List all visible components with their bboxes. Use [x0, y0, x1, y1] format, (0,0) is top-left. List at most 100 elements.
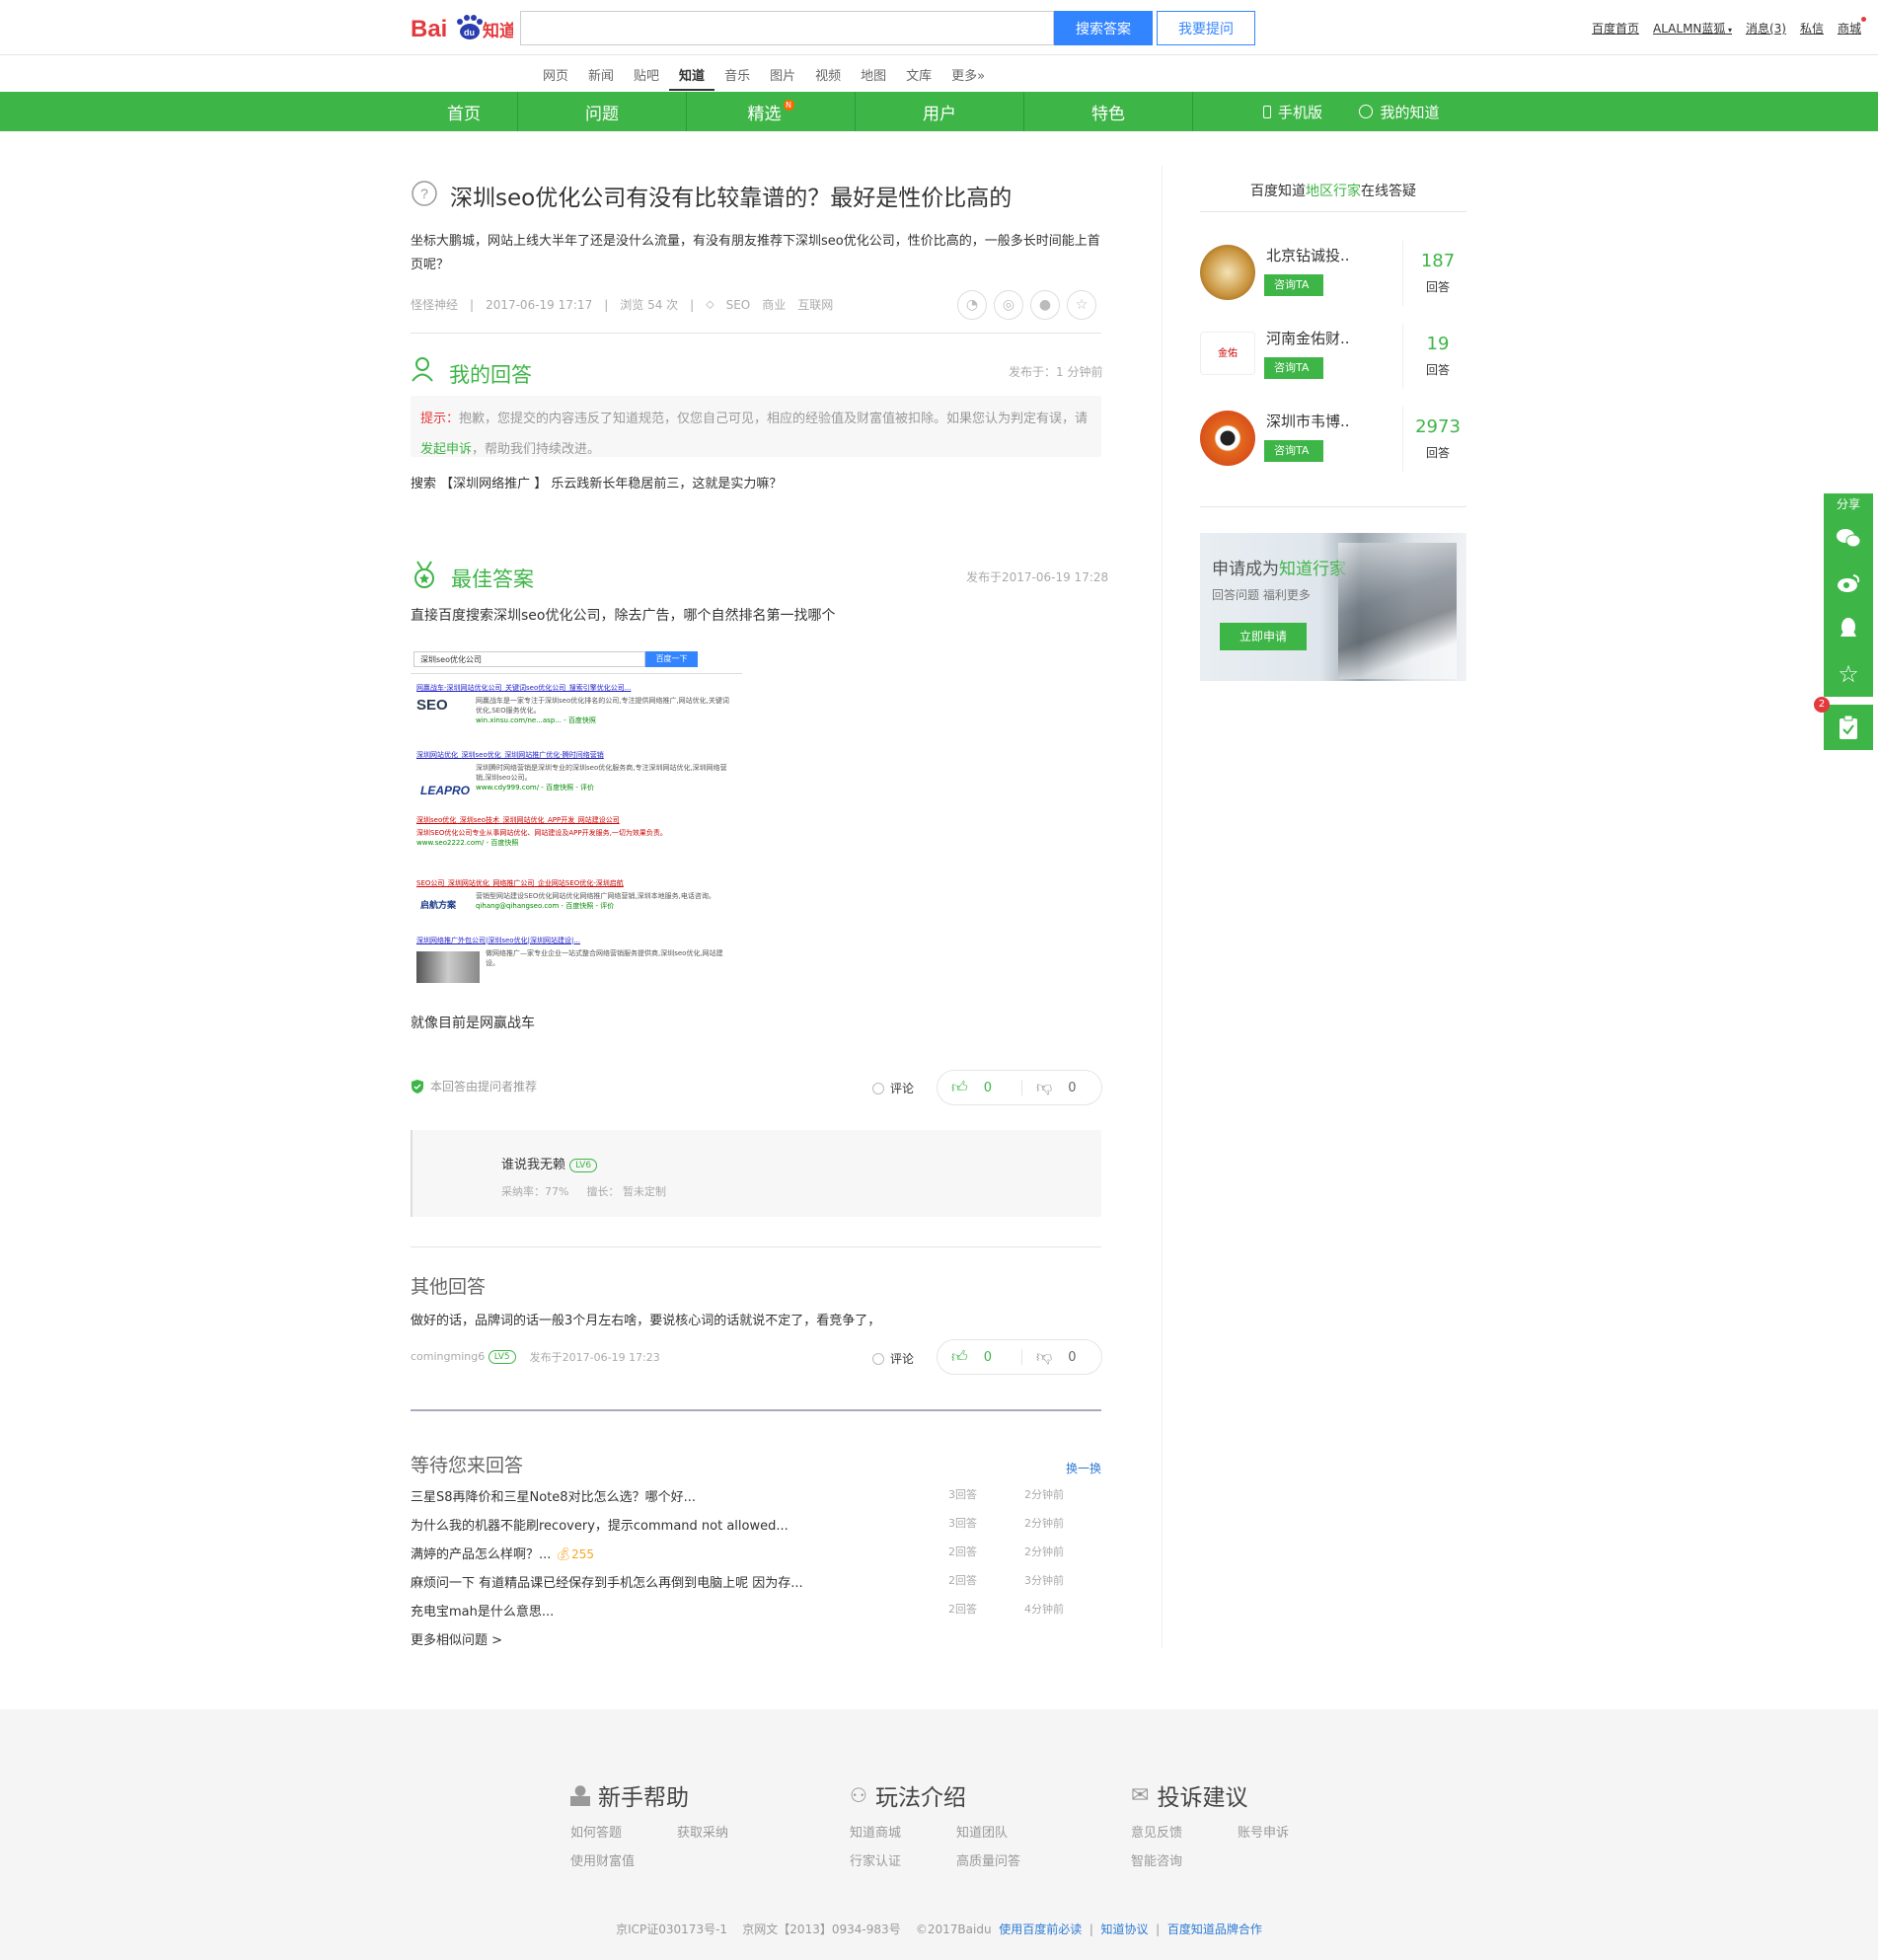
- question-title: 深圳seo优化公司有没有比较靠谱的？最好是性价比高的: [450, 186, 1013, 211]
- question-tag[interactable]: SEO: [726, 298, 751, 312]
- my-answer-content: 搜索 【深圳网络推广 】 乐云践新长年稳居前三，这就是实力嘛？: [411, 477, 783, 491]
- nav-questions[interactable]: 问题: [518, 92, 686, 131]
- meta-divider: |: [604, 297, 609, 312]
- top-bar: Bai du 知道 搜索答案 我要提问 百度首页 ALALMN蓝狐 ▾ 消息(3…: [0, 0, 1878, 55]
- username-menu[interactable]: ALALMN蓝狐 ▾: [1653, 20, 1732, 37]
- waiting-item[interactable]: 为什么我的机器不能刷recovery，提示command not allowed…: [411, 1515, 1101, 1544]
- messages-link[interactable]: 消息(3): [1746, 20, 1786, 37]
- footer-link[interactable]: 高质量问答: [956, 1850, 1063, 1869]
- share-wechat-icon[interactable]: [1824, 515, 1873, 561]
- tip-tail: ，帮助我们持续改进。: [472, 442, 601, 457]
- footer-link[interactable]: 知道团队: [956, 1822, 1063, 1841]
- footer-link[interactable]: 百度知道品牌合作: [1167, 1922, 1262, 1936]
- footer-link[interactable]: 使用百度前必读: [999, 1922, 1082, 1936]
- channel-map[interactable]: 地图: [851, 57, 896, 91]
- other-answer-user[interactable]: comingming6 LV5: [411, 1350, 516, 1364]
- thumbs-down-icon[interactable]: 👎︎: [1036, 1347, 1052, 1367]
- appeal-link[interactable]: 发起申诉: [420, 442, 472, 457]
- favorite-star-icon[interactable]: ☆: [1067, 290, 1096, 320]
- shot-search-box: 深圳seo优化公司: [413, 651, 645, 667]
- channel-web[interactable]: 网页: [533, 57, 578, 91]
- share-qq-icon[interactable]: [1824, 606, 1873, 651]
- best-answer-extra: 就像目前是网赢战车: [411, 1016, 535, 1031]
- footer-link[interactable]: 账号申诉: [1238, 1822, 1344, 1841]
- meta-divider: |: [470, 297, 475, 312]
- channel-music[interactable]: 音乐: [714, 57, 760, 91]
- share-weibo-icon[interactable]: [1824, 561, 1873, 606]
- question-body: 坐标大鹏城，网站上线大半年了还是没什么流量，有没有朋友推荐下深圳seo优化公司，…: [411, 234, 1100, 272]
- shot-result: 深圳网站优化_深圳seo优化_深圳网站推广优化-腾时间络营销 LEAPRO 深圳…: [416, 751, 727, 797]
- footer-link[interactable]: 知道协议: [1101, 1922, 1149, 1936]
- channel-zhidao[interactable]: 知道: [669, 57, 715, 91]
- channel-tieba[interactable]: 贴吧: [624, 57, 669, 91]
- channel-news[interactable]: 新闻: [578, 57, 624, 91]
- expert-avatar: 金佑: [1200, 332, 1255, 375]
- nav-featured[interactable]: 精选 N: [687, 92, 855, 131]
- baidu-home-link[interactable]: 百度首页: [1592, 20, 1639, 37]
- qq-icon[interactable]: ●: [1030, 290, 1060, 320]
- expert-card[interactable]: 北京钻诚投.. 咨询TA 187 回答: [1200, 241, 1466, 314]
- footer-link[interactable]: 行家认证: [850, 1850, 956, 1869]
- wechat-icon[interactable]: ◔: [957, 290, 987, 320]
- waiting-item[interactable]: 满婷的产品怎么样啊？... 💰︎255 2回答 2分钟前: [411, 1544, 1101, 1572]
- expert-banner[interactable]: 申请成为知道行家 回答问题 福利更多 立即申请: [1200, 533, 1466, 681]
- clipboard-task-icon[interactable]: [1824, 705, 1873, 750]
- question-tag[interactable]: 互联网: [797, 296, 833, 313]
- waiting-item[interactable]: 三星S8再降价和三星Note8对比怎么选？哪个好... 3回答 2分钟前: [411, 1486, 1101, 1515]
- answer-image[interactable]: 深圳seo优化公司 百度一下 网赢战车-深圳网站优化公司_关键词seo优化公司_…: [411, 649, 742, 989]
- ask-question-button[interactable]: 我要提问: [1157, 11, 1255, 45]
- footer-link[interactable]: 如何答题: [570, 1822, 677, 1841]
- consult-button[interactable]: 咨询TA: [1264, 440, 1323, 462]
- footer-link[interactable]: 意见反馈: [1131, 1822, 1238, 1841]
- waiting-item[interactable]: 充电宝mah是什么意思... 2回答 4分钟前: [411, 1601, 1101, 1629]
- question-author[interactable]: 怪怪神经: [411, 296, 458, 313]
- footer-link[interactable]: 智能咨询: [1131, 1850, 1238, 1869]
- best-answer-text: 直接百度搜索深圳seo优化公司，除去广告，哪个自然排名第一找哪个: [411, 608, 836, 624]
- apply-now-button[interactable]: 立即申请: [1220, 623, 1307, 650]
- question-tag[interactable]: 商业: [762, 296, 786, 313]
- user-icon: [570, 1784, 590, 1806]
- nav-mobile[interactable]: 手机版: [1253, 92, 1332, 131]
- tag-icon: ⬦: [706, 297, 714, 311]
- violation-tip: 提示：抱歉，您提交的内容违反了知道规范，仅您自己可见，相应的经验值及财富值被扣除…: [411, 396, 1101, 457]
- weibo-icon[interactable]: ◎: [994, 290, 1023, 320]
- nav-home[interactable]: 首页: [411, 92, 517, 131]
- expert-card[interactable]: 金佑 河南金佑财.. 咨询TA 19 回答: [1200, 324, 1466, 397]
- channel-wenku[interactable]: 文库: [896, 57, 941, 91]
- thumbs-up-icon[interactable]: 👍︎: [951, 1078, 968, 1097]
- answerer-name[interactable]: 谁说我无赖 LV6: [501, 1154, 598, 1172]
- comment-link[interactable]: 评论: [872, 1350, 914, 1367]
- search-answers-button[interactable]: 搜索答案: [1054, 11, 1153, 45]
- channel-image[interactable]: 图片: [760, 57, 805, 91]
- answer-count: 187: [1420, 251, 1456, 271]
- mall-link[interactable]: 商城: [1838, 17, 1866, 37]
- baidu-zhidao-logo[interactable]: Bai du 知道: [411, 8, 516, 43]
- qihang-logo: 启航方案: [420, 901, 457, 911]
- expert-card[interactable]: 深圳市韦博.. 咨询TA 2973 回答: [1200, 407, 1466, 480]
- shot-result: 深圳网络推广外包公司|深圳seo优化|深圳网站建设|... 做网络推广—家专业企…: [416, 936, 732, 983]
- thumbs-up-icon[interactable]: 👍︎: [951, 1347, 968, 1367]
- private-message-link[interactable]: 私信: [1800, 20, 1824, 37]
- nav-special[interactable]: 特色: [1024, 92, 1192, 131]
- share-favorite-icon[interactable]: ☆: [1824, 651, 1873, 697]
- search-input[interactable]: [520, 11, 1054, 45]
- nav-users[interactable]: 用户: [856, 92, 1023, 131]
- waiting-item[interactable]: 麻烦问一下 有道精品课已经保存到手机怎么再倒到电脑上呢 因为存... 2回答 3分钟…: [411, 1572, 1101, 1601]
- footer-link[interactable]: 获取采纳: [677, 1822, 784, 1841]
- footer-link[interactable]: 使用财富值: [570, 1850, 677, 1869]
- tip-text: 抱歉，您提交的内容违反了知道规范，仅您自己可见，相应的经验值及财富值被扣除。如果…: [459, 412, 1089, 426]
- refresh-link[interactable]: 换一换: [1066, 1460, 1101, 1476]
- like-count: 0: [983, 1349, 993, 1365]
- consult-button[interactable]: 咨询TA: [1264, 357, 1323, 379]
- svg-text:知道: 知道: [482, 21, 513, 41]
- comment-link[interactable]: 评论: [872, 1080, 914, 1096]
- nav-my-zhidao[interactable]: 我的知道: [1352, 92, 1447, 131]
- footer-guide: ⚇ 玩法介绍 知道商城 知道团队 行家认证 高质量问答: [850, 1778, 1063, 1869]
- more-similar-link[interactable]: 更多相似问题 >: [411, 1629, 1101, 1653]
- channel-more[interactable]: 更多»: [941, 57, 995, 91]
- channel-video[interactable]: 视频: [805, 57, 851, 91]
- consult-button[interactable]: 咨询TA: [1264, 274, 1323, 296]
- shot-search-button: 百度一下: [645, 651, 698, 667]
- footer-link[interactable]: 知道商城: [850, 1822, 956, 1841]
- thumbs-down-icon[interactable]: 👎︎: [1036, 1078, 1052, 1097]
